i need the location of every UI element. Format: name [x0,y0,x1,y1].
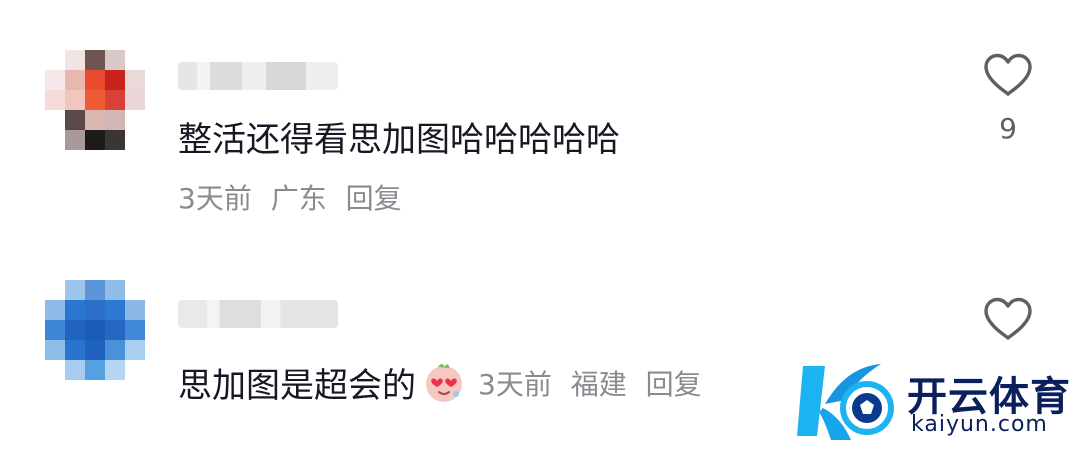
comment-location: 广东 [270,182,327,215]
avatar[interactable] [45,280,145,380]
comment-text: 整活还得看思加图哈哈哈哈哈 [178,120,620,160]
reply-button[interactable]: 回复 [346,182,402,215]
heart-icon[interactable] [982,52,1034,98]
pixelated-avatar-icon [45,50,145,150]
comment-row: 思加图是超会的 3天前 福建 回复 [178,358,712,407]
heart-eyes-emoji-icon [426,363,462,402]
username-redacted[interactable] [178,62,338,90]
comment-location: 福建 [570,367,627,401]
like-count: 9 [999,112,1017,145]
pixelated-avatar-icon [45,280,145,380]
k-soccer-logo-icon [797,364,894,440]
comment-time: 3天前 [478,367,552,401]
heart-icon[interactable] [982,296,1034,342]
comment-meta: 3天前 广东 回复 [178,177,412,217]
like-button[interactable] [980,296,1036,342]
like-button[interactable]: 9 [980,52,1036,145]
username-redacted[interactable] [178,300,338,328]
watermark: 开云体育 kaiyun.com [795,356,1075,446]
avatar[interactable] [45,50,145,150]
reply-button[interactable]: 回复 [646,368,702,401]
comment-meta: 3天前 福建 回复 [478,363,712,403]
comment-time: 3天前 [178,182,252,215]
watermark-url: kaiyun.com [911,412,1048,437]
comment-text: 思加图是超会的 [178,366,416,406]
comment-item: 整活还得看思加图哈哈哈哈哈 3天前 广东 回复 9 [0,0,1080,215]
